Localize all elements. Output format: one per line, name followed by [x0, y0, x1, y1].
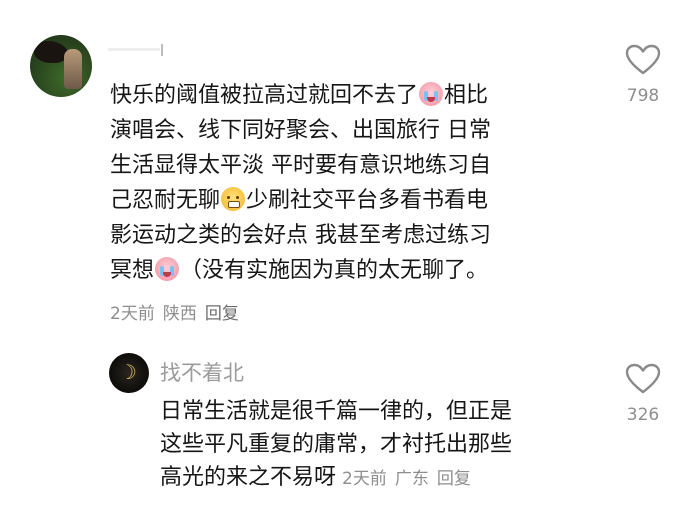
comment-meta: 2天前 陕西 回复: [110, 299, 247, 324]
comment-line-5: 影运动之类的会好点 我甚至考虑过练习: [110, 223, 491, 248]
reply-body: 日常生活就是很千篇一律的，但正是 这些平凡重复的庸常，才衬托出那些 高光的来之不…: [160, 395, 512, 496]
comment-line-4-start: 己忍耐无聊: [110, 188, 221, 213]
commenter-username[interactable]: [108, 44, 164, 56]
comment-line-3: 生活显得太平淡 平时要有意识地练习自: [110, 153, 491, 178]
avatar-cow-shape: [34, 41, 68, 63]
comment-line-1: 快乐的阈值被拉高过就回不去了: [110, 83, 419, 108]
sweating-face-icon: [221, 187, 246, 211]
comment-location: 陕西: [162, 304, 197, 324]
reply-location: 广东: [394, 469, 429, 489]
comment-line-6-start: 冥想: [110, 258, 155, 283]
replier-avatar[interactable]: ☽: [109, 353, 149, 393]
reply-line-1: 日常生活就是很千篇一律的，但正是: [160, 399, 513, 424]
reply-line-3: 高光的来之不易呀: [160, 465, 337, 490]
reply-button[interactable]: 回复: [205, 304, 239, 324]
reply-line-2: 这些平凡重复的庸常，才衬托出那些: [160, 432, 513, 457]
commenter-avatar[interactable]: [30, 35, 92, 97]
reply-like-button[interactable]: 326: [615, 363, 671, 425]
comment-line-1-end: 相比: [444, 83, 489, 108]
comment-body: 快乐的阈值被拉高过就回不去了 相比 演唱会、线下同好聚会、出国旅行 日常 生活显得…: [110, 78, 580, 288]
comment-line-2: 演唱会、线下同好聚会、出国旅行 日常: [110, 118, 491, 143]
replier-username[interactable]: 找不着北: [160, 357, 244, 387]
comment-time: 2天前: [110, 304, 155, 324]
comment-line-6-end: （没有实施因为真的太无聊了。: [180, 258, 489, 283]
reply-reply-button[interactable]: 回复: [437, 469, 471, 489]
username-cursor-mark: [161, 44, 163, 56]
heart-outline-icon: [625, 363, 661, 394]
crying-face-icon: [155, 257, 180, 281]
moon-icon: ☽: [119, 360, 137, 384]
like-button[interactable]: 798: [615, 44, 671, 106]
like-count: 798: [626, 86, 660, 106]
comment-line-4-end: 少刷社交平台多看书看电: [246, 188, 489, 213]
crying-face-icon: [419, 82, 444, 106]
heart-outline-icon: [625, 44, 661, 75]
reply-like-count: 326: [626, 405, 660, 425]
username-placeholder-line: [108, 48, 160, 51]
avatar-person-shape: [64, 49, 82, 89]
reply-meta: 2天前 广东 回复: [342, 469, 479, 489]
reply-time: 2天前: [342, 469, 387, 489]
